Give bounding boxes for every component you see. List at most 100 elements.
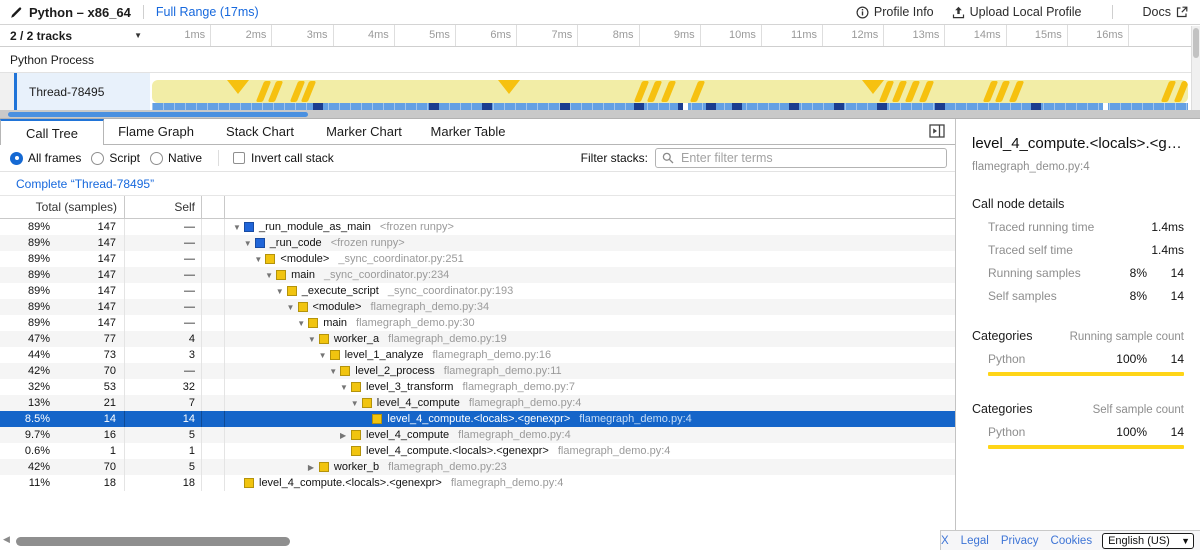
call-tree-row[interactable]: 89%147—▼<module>flamegraph_demo.py:34: [0, 299, 955, 315]
search-box[interactable]: [655, 148, 947, 168]
expand-collapse-icon[interactable]: ▼: [308, 335, 319, 344]
scroll-left-arrow-icon[interactable]: ◀: [3, 534, 10, 545]
column-header-total[interactable]: Total (samples): [0, 196, 125, 218]
function-name: level_4_compute.<locals>.<genexpr>: [259, 477, 442, 489]
horizontal-scrollbar-thumb[interactable]: [16, 537, 290, 546]
tab-marker-chart[interactable]: Marker Chart: [312, 119, 416, 145]
profile-title[interactable]: Python – x86_64: [29, 5, 131, 20]
expand-collapse-icon[interactable]: ▼: [254, 255, 265, 264]
category-color-square: [276, 270, 286, 280]
total-percent: 9.7%: [0, 429, 50, 441]
call-tree-row[interactable]: 89%147—▼main_sync_coordinator.py:234: [0, 267, 955, 283]
marker-slash-icon[interactable]: [1173, 81, 1188, 102]
call-tree-row[interactable]: 89%147—▼_execute_script_sync_coordinator…: [0, 283, 955, 299]
expand-collapse-icon[interactable]: ▼: [297, 319, 308, 328]
expand-collapse-icon[interactable]: ▼: [287, 303, 298, 312]
function-cell: ▼level_1_analyzeflamegraph_demo.py:16: [225, 349, 955, 361]
process-track-header[interactable]: Python Process: [0, 47, 1200, 73]
expand-collapse-icon[interactable]: ▼: [351, 399, 362, 408]
marker-slash-icon[interactable]: [1009, 81, 1024, 102]
call-tree-row[interactable]: 47%774▼worker_aflamegraph_demo.py:19: [0, 331, 955, 347]
filter-stacks-input[interactable]: [679, 150, 940, 166]
expand-collapse-icon[interactable]: ▼: [319, 351, 330, 360]
expand-collapse-icon[interactable]: ▶: [308, 463, 319, 472]
invert-call-stack-label[interactable]: Invert call stack: [251, 151, 334, 165]
call-tree-row[interactable]: 42%705▶worker_bflamegraph_demo.py:23: [0, 459, 955, 475]
radio-label[interactable]: Script: [109, 151, 140, 165]
category-row: Python100%14: [972, 425, 1184, 439]
column-header-self[interactable]: Self: [125, 196, 202, 218]
self-samples: —: [125, 299, 202, 315]
radio-label[interactable]: Native: [168, 151, 202, 165]
thread-activity-graph[interactable]: [150, 73, 1190, 110]
jank-marker-icon[interactable]: [862, 80, 884, 94]
full-range-link[interactable]: Full Range (17ms): [156, 5, 259, 19]
call-tree-row[interactable]: 0.6%11level_4_compute.<locals>.<genexpr>…: [0, 443, 955, 459]
profile-info-button[interactable]: Profile Info: [856, 5, 934, 19]
row-icon-cell: [202, 331, 225, 347]
call-tree-row[interactable]: 89%147—▼_run_module_as_main<frozen runpy…: [0, 219, 955, 235]
jank-marker-icon[interactable]: [498, 80, 520, 94]
call-tree-row[interactable]: 11%1818level_4_compute.<locals>.<genexpr…: [0, 475, 955, 491]
marker-slash-icon[interactable]: [647, 81, 662, 102]
timeline-vertical-scrollbar[interactable]: [1191, 26, 1200, 110]
timeline-viewport-indicator[interactable]: [8, 112, 308, 117]
call-tree-row[interactable]: 13%217▼level_4_computeflamegraph_demo.py…: [0, 395, 955, 411]
footer-link-legal[interactable]: Legal: [961, 535, 989, 547]
expand-collapse-icon[interactable]: ▶: [340, 431, 351, 440]
marker-slash-icon[interactable]: [690, 81, 705, 102]
radio-all-frames[interactable]: [10, 152, 23, 165]
activity-band[interactable]: [152, 80, 1188, 103]
footer-link-x[interactable]: X: [941, 535, 949, 547]
call-tree-row[interactable]: 42%70—▼level_2_processflamegraph_demo.py…: [0, 363, 955, 379]
tab-marker-table[interactable]: Marker Table: [416, 119, 520, 145]
expand-collapse-icon[interactable]: ▼: [265, 271, 276, 280]
expand-collapse-icon[interactable]: ▼: [244, 239, 255, 248]
footer-link-privacy[interactable]: Privacy: [1001, 535, 1039, 547]
call-tree-row[interactable]: 89%147—▼_run_code<frozen runpy>: [0, 235, 955, 251]
invert-call-stack-checkbox[interactable]: [233, 152, 245, 164]
marker-slash-icon[interactable]: [919, 81, 934, 102]
pencil-icon[interactable]: [10, 6, 23, 19]
marker-slash-icon[interactable]: [268, 81, 283, 102]
language-select[interactable]: English (US) ▼: [1102, 533, 1194, 549]
docs-link[interactable]: Docs: [1143, 5, 1188, 19]
total-percent: 89%: [0, 285, 50, 297]
tab-stack-chart[interactable]: Stack Chart: [208, 119, 312, 145]
breadcrumb-complete-thread-link[interactable]: Complete “Thread-78495”: [16, 177, 154, 191]
call-tree-row[interactable]: 44%733▼level_1_analyzeflamegraph_demo.py…: [0, 347, 955, 363]
expand-collapse-icon[interactable]: ▼: [233, 223, 244, 232]
thread-track[interactable]: Thread-78495: [0, 73, 1200, 110]
expand-collapse-icon[interactable]: ▼: [276, 287, 287, 296]
sidebar-toggle-icon[interactable]: [929, 124, 945, 138]
total-samples: 21: [50, 395, 125, 411]
categories-header: CategoriesRunning sample count: [972, 329, 1184, 343]
call-tree-row[interactable]: 9.7%165▶level_4_computeflamegraph_demo.p…: [0, 427, 955, 443]
tracks-dropdown[interactable]: 2 / 2 tracks ▼: [0, 25, 150, 46]
sample-strip[interactable]: [152, 103, 1188, 110]
language-value: English (US): [1108, 535, 1181, 547]
detail-label: Traced running time: [972, 220, 1102, 234]
total-samples: 53: [50, 379, 125, 395]
jank-marker-icon[interactable]: [227, 80, 249, 94]
detail-value: 1.4ms: [1147, 243, 1184, 257]
scrollbar-thumb[interactable]: [1193, 28, 1199, 58]
expand-collapse-icon[interactable]: ▼: [340, 383, 351, 392]
thread-track-label[interactable]: Thread-78495: [17, 73, 150, 110]
call-tree-row[interactable]: 8.5%1414level_4_compute.<locals>.<genexp…: [0, 411, 955, 427]
expand-collapse-icon[interactable]: ▼: [329, 367, 340, 376]
footer-link-cookies[interactable]: Cookies: [1051, 535, 1093, 547]
radio-native[interactable]: [150, 152, 163, 165]
function-cell: ▶level_4_computeflamegraph_demo.py:4: [225, 429, 955, 441]
marker-slash-icon[interactable]: [995, 81, 1010, 102]
marker-slash-icon[interactable]: [661, 81, 676, 102]
call-tree-row[interactable]: 89%147—▼<module>_sync_coordinator.py:251: [0, 251, 955, 267]
radio-label[interactable]: All frames: [28, 151, 81, 165]
marker-slash-icon[interactable]: [905, 81, 920, 102]
tab-flame-graph[interactable]: Flame Graph: [104, 119, 208, 145]
upload-profile-button[interactable]: Upload Local Profile: [952, 5, 1082, 19]
radio-script[interactable]: [91, 152, 104, 165]
call-tree-row[interactable]: 89%147—▼mainflamegraph_demo.py:30: [0, 315, 955, 331]
call-tree-row[interactable]: 32%5332▼level_3_transformflamegraph_demo…: [0, 379, 955, 395]
tab-call-tree[interactable]: Call Tree: [0, 119, 104, 145]
